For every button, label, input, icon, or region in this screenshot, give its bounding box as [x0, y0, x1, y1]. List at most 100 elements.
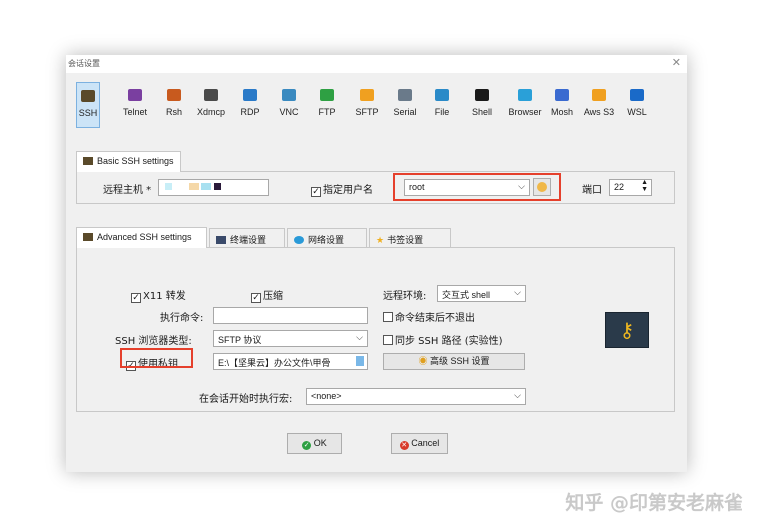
ok-label: OK	[313, 438, 327, 448]
macro-value: <none>	[311, 391, 342, 401]
file-browse-icon[interactable]	[356, 356, 364, 366]
protocol-wsl-button[interactable]: WSL	[624, 82, 650, 128]
remote-environment-label: 远程环境:	[383, 291, 427, 302]
ssh-icon	[81, 90, 95, 102]
check-icon: ✓	[311, 187, 321, 197]
tab-label: 网络设置	[308, 235, 345, 245]
protocol-aws-s3-button[interactable]: Aws S3	[580, 82, 618, 128]
protocol-toolbar: SSH Telnet Rsh Xdmcp RDP VNC FTP SFTP Serial File…	[76, 82, 676, 128]
protocol-ssh-button[interactable]: SSH	[76, 82, 100, 128]
user-key-icon: ◉	[418, 356, 428, 366]
macro-at-start-label: 在会话开始时执行宏:	[199, 394, 293, 405]
protocol-label: Browser	[508, 107, 542, 117]
protocol-shell-button[interactable]: Shell	[469, 82, 495, 128]
protocol-label: Telnet	[122, 107, 148, 117]
protocol-sftp-button[interactable]: SFTP	[352, 82, 382, 128]
chevron-down-icon: ⌵	[514, 287, 521, 297]
protocol-label: SSH	[78, 108, 98, 118]
remote-host-label: 远程主机 *	[103, 185, 152, 196]
port-label: 端口	[582, 185, 602, 196]
protocol-label: Shell	[471, 107, 492, 117]
remote-environment-select[interactable]: 交互式 shell ⌵	[437, 285, 526, 302]
advanced-settings-panel: ✓ X11 转发 ✓ 压缩 远程环境: 交互式 shell ⌵ 执行命令: 命令结束…	[76, 247, 675, 412]
browser-icon	[518, 89, 532, 101]
rsh-icon	[167, 89, 181, 101]
serial-icon	[398, 89, 412, 101]
ok-button[interactable]: ✓ OK	[287, 433, 342, 454]
x11-forwarding-checkbox[interactable]: ✓ X11 转发	[131, 287, 186, 303]
do-not-exit-label: 命令结束后不退出	[395, 313, 475, 324]
tab-network-settings[interactable]: 网络设置	[287, 228, 367, 248]
vnc-icon	[282, 89, 296, 101]
sftp-icon	[360, 89, 374, 101]
do-not-exit-checkbox[interactable]: 命令结束后不退出	[383, 309, 475, 324]
port-value: 22	[614, 182, 625, 192]
title-bar: 会话设置 ✕	[66, 55, 687, 73]
chevron-down-icon: ⌵	[356, 332, 363, 342]
compression-checkbox[interactable]: ✓ 压缩	[251, 287, 283, 303]
window-title: 会话设置	[68, 59, 100, 68]
protocol-serial-button[interactable]: Serial	[389, 82, 421, 128]
execute-command-label: 执行命令:	[160, 313, 204, 324]
spinner-arrows-icon: ▲ ▼	[641, 179, 648, 193]
highlight-use-private-key	[120, 348, 193, 368]
protocol-xdmcp-button[interactable]: Xdmcp	[194, 82, 228, 128]
remote-environment-value: 交互式 shell	[442, 290, 491, 300]
telnet-icon	[128, 89, 142, 101]
cancel-label: Cancel	[411, 438, 440, 448]
checkbox-icon	[383, 312, 393, 322]
protocol-label: File	[434, 107, 450, 117]
highlight-username	[393, 173, 561, 201]
private-key-path-input[interactable]: E:\【坚果云】办公文件\甲骨	[213, 353, 368, 370]
close-icon[interactable]: ✕	[672, 56, 681, 69]
remote-host-input[interactable]	[158, 179, 269, 196]
advanced-ssh-settings-label: 高级 SSH 设置	[430, 356, 490, 366]
advanced-ssh-settings-button[interactable]: ◉ 高级 SSH 设置	[383, 353, 525, 370]
cancel-button[interactable]: ✕ Cancel	[391, 433, 448, 454]
ssh-browser-type-select[interactable]: SFTP 协议 ⌵	[213, 330, 368, 347]
protocol-ftp-button[interactable]: FTP	[315, 82, 339, 128]
protocol-file-button[interactable]: File	[430, 82, 454, 128]
protocol-rsh-button[interactable]: Rsh	[162, 82, 186, 128]
protocol-label: FTP	[318, 107, 336, 117]
x11-forwarding-label: X11 转发	[143, 291, 186, 302]
protocol-label: SFTP	[355, 107, 379, 117]
ssh-icon	[83, 233, 93, 241]
protocol-label: Aws S3	[583, 107, 615, 117]
compression-label: 压缩	[263, 291, 283, 302]
specify-username-checkbox[interactable]: ✓ 指定用户名	[311, 181, 373, 197]
rdp-icon	[243, 89, 257, 101]
file-icon	[435, 89, 449, 101]
protocol-label: Serial	[393, 107, 417, 117]
tab-advanced-ssh-settings[interactable]: Advanced SSH settings	[76, 227, 207, 248]
protocol-telnet-button[interactable]: Telnet	[118, 82, 152, 128]
macro-select[interactable]: <none> ⌵	[306, 388, 526, 405]
key-icon: ⚷	[605, 312, 649, 348]
protocol-label: VNC	[279, 107, 299, 117]
ssh-icon	[83, 157, 93, 165]
ssh-browser-type-value: SFTP 协议	[218, 335, 262, 345]
shell-icon	[475, 89, 489, 101]
tab-basic-ssh-settings[interactable]: Basic SSH settings	[76, 151, 181, 172]
wsl-icon	[630, 89, 644, 101]
tab-bookmark-settings[interactable]: ★ 书签设置	[369, 228, 451, 248]
private-key-path-value: E:\【坚果云】办公文件\甲骨	[218, 358, 331, 368]
watermark: 知乎 @印第安老麻雀	[565, 492, 743, 514]
protocol-label: Xdmcp	[196, 107, 225, 117]
session-settings-dialog: 会话设置 ✕ SSH Telnet Rsh Xdmcp RDP VNC FTP SFTP Ser…	[66, 55, 687, 472]
port-spinner[interactable]: 22 ▲ ▼	[609, 179, 652, 196]
follow-ssh-path-label: 同步 SSH 路径 (实验性)	[395, 336, 503, 347]
basic-settings-panel: 远程主机 * ✓ 指定用户名 root ⌵ 端口 22 ▲ ▼	[76, 171, 675, 204]
protocol-browser-button[interactable]: Browser	[506, 82, 544, 128]
execute-command-input[interactable]	[213, 307, 368, 324]
tab-label: Advanced SSH settings	[97, 232, 192, 242]
protocol-rdp-button[interactable]: RDP	[237, 82, 263, 128]
protocol-vnc-button[interactable]: VNC	[276, 82, 302, 128]
mosh-icon	[555, 89, 569, 101]
ftp-icon	[320, 89, 334, 101]
protocol-label: RDP	[240, 107, 260, 117]
follow-ssh-path-checkbox[interactable]: 同步 SSH 路径 (实验性)	[383, 332, 503, 347]
tab-terminal-settings[interactable]: 终端设置	[209, 228, 285, 248]
tab-label: 书签设置	[387, 235, 424, 245]
protocol-mosh-button[interactable]: Mosh	[547, 82, 577, 128]
